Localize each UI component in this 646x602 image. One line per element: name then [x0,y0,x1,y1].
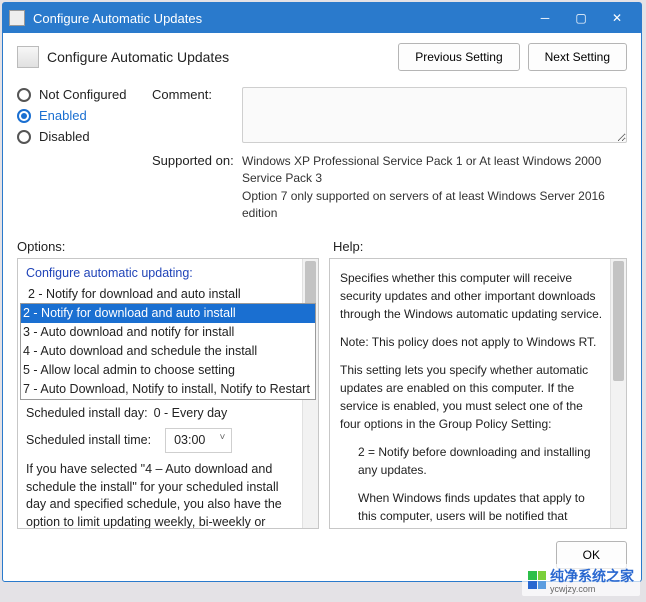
watermark-logo-icon [528,571,546,589]
next-setting-button[interactable]: Next Setting [528,43,627,71]
panel-labels: Options: Help: [3,229,641,258]
radio-disabled[interactable]: Disabled [17,129,152,144]
help-scrollbar[interactable] [610,259,626,528]
help-label: Help: [333,239,363,254]
help-paragraph: When Windows finds updates that apply to… [358,489,604,529]
window-icon [9,10,25,26]
panels: Configure automatic updating: 2 - Notify… [3,258,641,535]
help-paragraph: Note: This policy does not apply to Wind… [340,333,604,351]
window-title: Configure Automatic Updates [33,11,527,26]
dropdown-display-value: 2 - Notify for download and auto install [26,285,298,304]
sched-time-select[interactable]: 03:00 [165,428,232,453]
dropdown-option[interactable]: 3 - Auto download and notify for install [21,323,315,342]
radio-label: Not Configured [39,87,126,102]
watermark: 纯净系统之家 ycwjzy.com [522,564,640,596]
options-label: Options: [17,239,333,254]
radio-icon [17,130,31,144]
options-panel: Configure automatic updating: 2 - Notify… [17,258,319,529]
minimize-button[interactable]: ─ [527,6,563,30]
comment-label: Comment: [152,87,242,143]
configure-updating-label: Configure automatic updating: [26,265,298,282]
policy-icon [17,46,39,68]
radio-group: Not Configured Enabled Disabled [17,81,152,229]
close-button[interactable]: ✕ [599,6,635,30]
supported-on-label: Supported on: [152,153,242,223]
supported-on-text: Windows XP Professional Service Pack 1 o… [242,153,627,223]
sched-time-label: Scheduled install time: [26,432,151,449]
radio-label: Disabled [39,129,90,144]
radio-icon [17,109,31,123]
dialog-window: Configure Automatic Updates ─ ▢ ✕ Config… [2,2,642,582]
options-explain-text: If you have selected "4 – Auto download … [26,461,298,529]
radio-not-configured[interactable]: Not Configured [17,87,152,102]
dropdown-option[interactable]: 7 - Auto Download, Notify to install, No… [21,380,315,399]
config-row: Not Configured Enabled Disabled Comment:… [3,77,641,229]
maximize-button[interactable]: ▢ [563,6,599,30]
dropdown-option[interactable]: 2 - Notify for download and auto install [21,304,315,323]
help-paragraph: Specifies whether this computer will rec… [340,269,604,323]
comment-input[interactable] [242,87,627,143]
title-bar: Configure Automatic Updates ─ ▢ ✕ [3,3,641,33]
page-title: Configure Automatic Updates [47,49,390,65]
previous-setting-button[interactable]: Previous Setting [398,43,519,71]
dropdown-option[interactable]: 4 - Auto download and schedule the insta… [21,342,315,361]
help-paragraph: 2 = Notify before downloading and instal… [358,443,604,479]
radio-label: Enabled [39,108,87,123]
info-col: Comment: Supported on: Windows XP Profes… [152,81,627,229]
help-panel: Specifies whether this computer will rec… [329,258,627,529]
watermark-text: 纯净系统之家 [550,566,634,586]
configure-updating-dropdown[interactable]: 2 - Notify for download and auto install… [26,285,298,391]
help-paragraph: This setting lets you specify whether au… [340,361,604,433]
header-row: Configure Automatic Updates Previous Set… [3,33,641,77]
radio-enabled[interactable]: Enabled [17,108,152,123]
sched-day-value: 0 - Every day [154,405,228,422]
radio-icon [17,88,31,102]
sched-day-label: Scheduled install day: [26,405,148,422]
dropdown-option[interactable]: 5 - Allow local admin to choose setting [21,361,315,380]
